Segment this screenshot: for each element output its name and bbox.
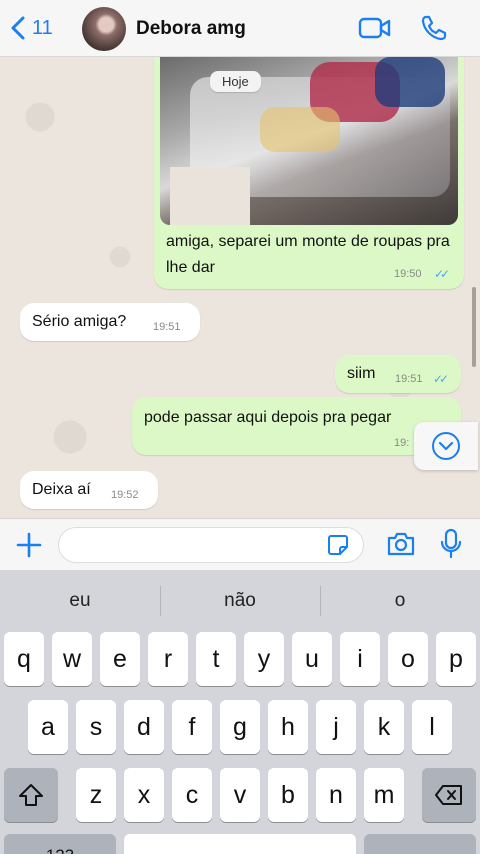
camera-icon[interactable] <box>386 531 416 557</box>
key-x[interactable]: x <box>124 768 164 822</box>
key-k[interactable]: k <box>364 700 404 754</box>
key-z[interactable]: z <box>76 768 116 822</box>
key-i[interactable]: i <box>340 632 380 686</box>
microphone-icon[interactable] <box>440 528 462 560</box>
key-p[interactable]: p <box>436 632 476 686</box>
video-call-icon[interactable] <box>358 16 392 40</box>
scrollbar[interactable] <box>472 287 476 367</box>
plus-icon[interactable] <box>16 532 42 558</box>
message-bubble[interactable]: pode passar aqui depois pra pegar 19: <box>132 397 461 455</box>
key-m[interactable]: m <box>364 768 404 822</box>
chevron-down-circle-icon <box>432 432 460 460</box>
key-v[interactable]: v <box>220 768 260 822</box>
key-o[interactable]: o <box>388 632 428 686</box>
scroll-to-bottom-button[interactable] <box>414 422 478 470</box>
message-text: Deixa aí <box>32 481 91 498</box>
key-n[interactable]: n <box>316 768 356 822</box>
key-e[interactable]: e <box>100 632 140 686</box>
key-f[interactable]: f <box>172 700 212 754</box>
message-input[interactable] <box>58 527 364 563</box>
shift-icon <box>19 784 43 806</box>
photo-attachment[interactable] <box>160 57 458 225</box>
numbers-key[interactable]: 123 <box>4 834 116 854</box>
key-t[interactable]: t <box>196 632 236 686</box>
avatar[interactable] <box>82 7 126 51</box>
keyboard: eu não o q w e r t y u i o p a s d f g h… <box>0 570 480 854</box>
key-y[interactable]: y <box>244 632 284 686</box>
message-time: 19:52 <box>111 489 139 501</box>
key-d[interactable]: d <box>124 700 164 754</box>
chevron-left-icon <box>11 16 25 40</box>
key-c[interactable]: c <box>172 768 212 822</box>
key-r[interactable]: r <box>148 632 188 686</box>
message-composer <box>0 518 480 570</box>
date-chip: Hoje <box>210 71 261 92</box>
key-u[interactable]: u <box>292 632 332 686</box>
message-text: pode passar aqui depois pra pegar <box>144 409 392 426</box>
phone-icon[interactable] <box>420 14 448 42</box>
message-time: 19:51 <box>395 373 423 385</box>
return-key[interactable] <box>364 834 476 854</box>
key-j[interactable]: j <box>316 700 356 754</box>
message-bubble[interactable]: siim 19:51 ✓✓ <box>335 355 461 393</box>
key-a[interactable]: a <box>28 700 68 754</box>
backspace-key[interactable] <box>422 768 476 822</box>
message-time: 19: <box>394 437 410 449</box>
sticker-icon[interactable] <box>327 534 349 556</box>
message-text: Sério amiga? <box>32 313 127 330</box>
message-bubble[interactable]: amiga, separei um monte de roupas pra lh… <box>154 57 464 289</box>
message-bubble[interactable]: Deixa aí 19:52 <box>20 471 158 509</box>
contact-name[interactable]: Debora amg <box>136 18 246 40</box>
key-g[interactable]: g <box>220 700 260 754</box>
key-l[interactable]: l <box>412 700 452 754</box>
read-receipt-icon: ✓✓ <box>433 372 449 386</box>
space-key[interactable] <box>124 834 356 854</box>
key-s[interactable]: s <box>76 700 116 754</box>
key-b[interactable]: b <box>268 768 308 822</box>
back-button[interactable]: 11 <box>10 16 53 40</box>
read-receipt-icon: ✓✓ <box>434 267 450 281</box>
suggestion-1[interactable]: eu <box>0 570 160 632</box>
unread-count: 11 <box>32 16 53 39</box>
shift-key[interactable] <box>4 768 58 822</box>
backspace-icon <box>435 785 462 805</box>
chat-area[interactable]: amiga, separei um monte de roupas pra lh… <box>0 57 480 518</box>
suggestion-2[interactable]: não <box>160 570 320 632</box>
key-w[interactable]: w <box>52 632 92 686</box>
chat-header: 11 Debora amg <box>0 0 480 57</box>
suggestion-3[interactable]: o <box>320 570 480 632</box>
message-text: siim <box>347 365 376 382</box>
message-bubble[interactable]: Sério amiga? 19:51 <box>20 303 200 341</box>
key-h[interactable]: h <box>268 700 308 754</box>
message-time: 19:51 <box>153 321 181 333</box>
message-time: 19:50 <box>394 268 422 280</box>
key-q[interactable]: q <box>4 632 44 686</box>
